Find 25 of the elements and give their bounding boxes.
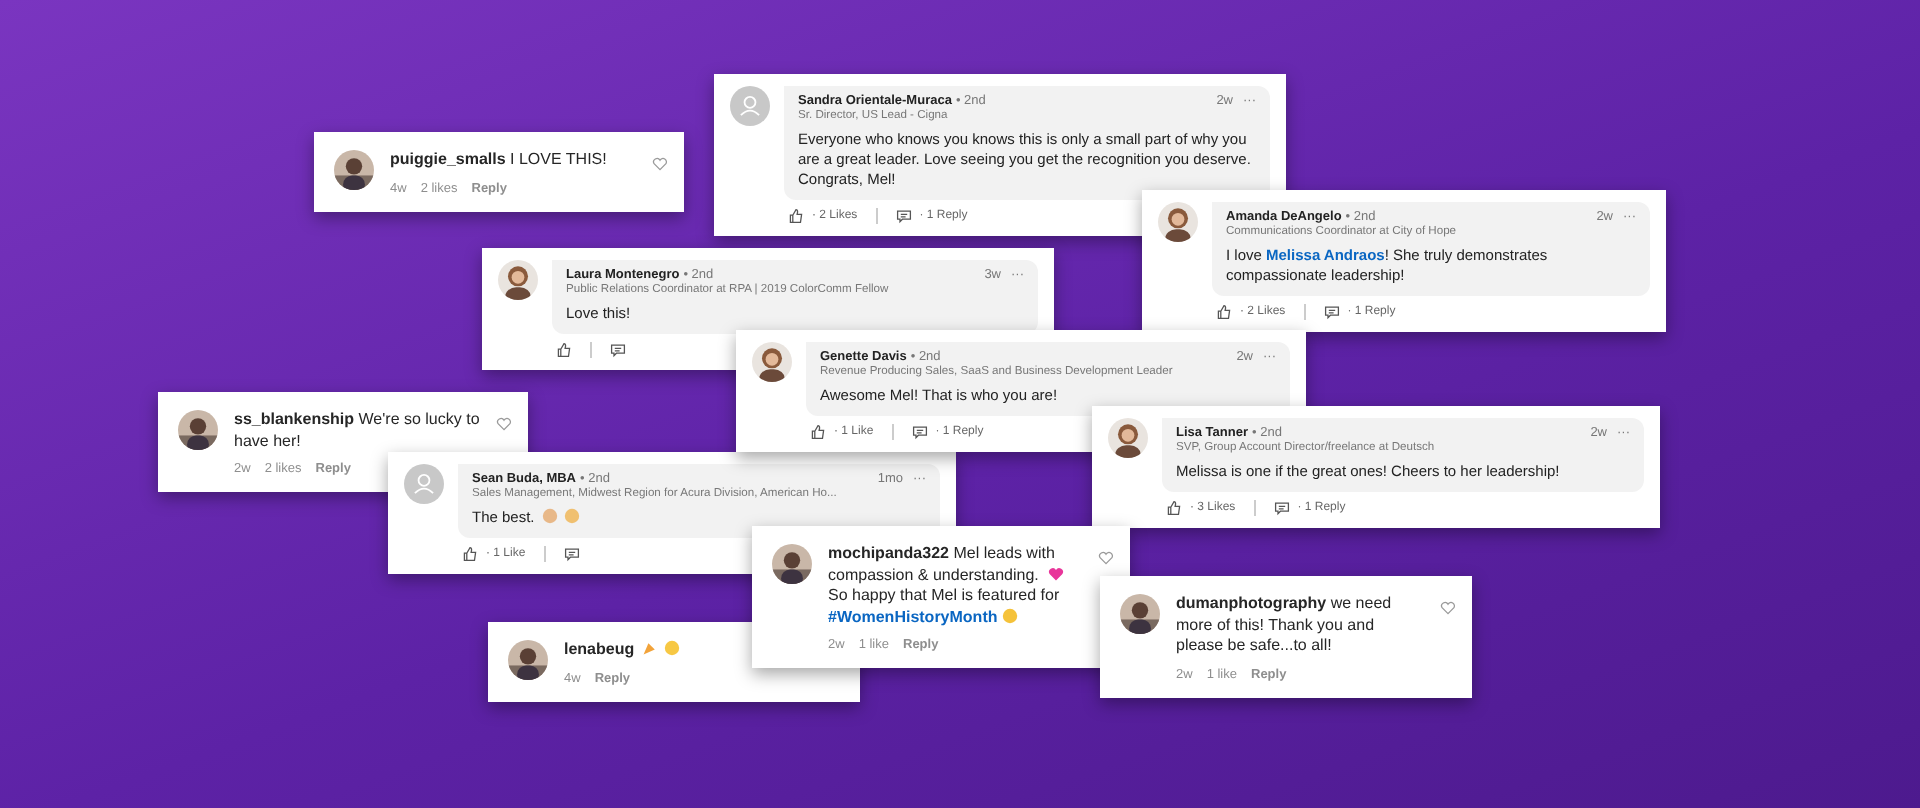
comment-text: mochipanda322 Mel leads with compassion & understanding. So happy that Mel is featured for #WomenHistoryMonth: [828, 544, 1066, 628]
thumbs-up-icon[interactable]: [556, 342, 572, 358]
thumbs-up-icon[interactable]: [462, 546, 478, 562]
heart-icon[interactable]: [496, 416, 512, 432]
thumbs-up-icon[interactable]: [1166, 500, 1182, 516]
emoji-icon: [1001, 607, 1018, 623]
thumbs-up-icon[interactable]: [810, 424, 826, 440]
person-icon: [404, 464, 444, 504]
comment-icon[interactable]: [1273, 500, 1290, 516]
comment-text: puiggie_smalls I LOVE THIS!: [390, 150, 609, 171]
comment-text: ss_blankenship We're so lucky to have her!: [234, 410, 480, 452]
thumbs-up-icon[interactable]: [788, 208, 804, 224]
comment-icon[interactable]: [563, 546, 580, 562]
comment-icon[interactable]: [610, 342, 626, 358]
person-icon: [730, 86, 770, 126]
comment-text: dumanphotography we need more of this! Thank you and please be safe...to all!: [1176, 594, 1394, 657]
comment-icon[interactable]: [911, 424, 928, 440]
heart-icon[interactable]: [652, 156, 668, 172]
comment-icon[interactable]: [1323, 304, 1340, 320]
comment-icon[interactable]: [895, 208, 912, 224]
heart-icon[interactable]: [1098, 550, 1114, 566]
emoji-icon: [1047, 565, 1064, 581]
link[interactable]: #WomenHistoryMonth: [828, 607, 998, 625]
thumbs-up-icon[interactable]: [1216, 304, 1232, 320]
heart-icon[interactable]: [1440, 600, 1456, 616]
